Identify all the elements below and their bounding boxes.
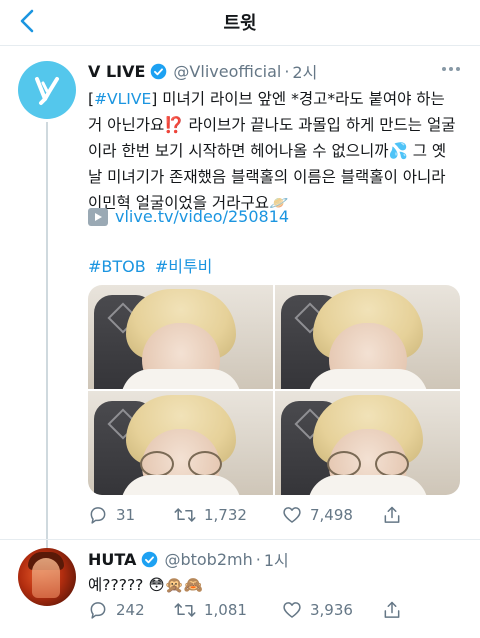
reply-author-name[interactable]: HUTA <box>88 550 136 569</box>
tweet-text-line: 날 미녀기가 존재했음 블랙홀의 이름은 블랙홀이 아니라 <box>88 168 446 186</box>
more-options-button[interactable] <box>440 61 462 77</box>
video-link-text[interactable]: vlive.tv/video/250814 <box>115 207 289 226</box>
reply-author-handle[interactable]: @btob2mh <box>164 550 252 569</box>
reply-time[interactable]: 1시 <box>264 547 289 571</box>
tweet-time[interactable]: 2시 <box>292 59 317 83</box>
reply-text-line: 예????? 😳🙊🙈 <box>88 576 204 594</box>
hashtag-bitubi[interactable]: #비투비 <box>155 257 213 276</box>
photo-2[interactable] <box>275 285 460 389</box>
vlive-logo-icon <box>35 77 59 105</box>
reply-button[interactable]: 31 <box>88 505 174 525</box>
reply-text: 예????? 😳🙊🙈 <box>88 572 466 598</box>
separator-dot: · <box>284 61 290 81</box>
share-button[interactable] <box>382 600 410 620</box>
verified-badge-icon <box>151 63 167 79</box>
separator-dot: · <box>255 549 261 569</box>
share-icon <box>384 601 400 618</box>
reply-icon <box>90 602 106 619</box>
retweet-count: 1,732 <box>204 506 247 524</box>
like-button[interactable]: 3,936 <box>282 600 382 620</box>
photo-4[interactable] <box>275 391 460 495</box>
verified-badge-icon <box>142 551 158 567</box>
hashtag-link[interactable]: #VLIVE <box>94 90 151 108</box>
tweet-text-line: 이라 한번 보기 시작하면 헤어나올 수 없으니까💦 그 옛 <box>88 142 447 160</box>
hashtag-btob[interactable]: #BTOB <box>88 257 146 276</box>
like-count: 7,498 <box>310 506 353 524</box>
tweet-actions: 31 1,732 7,498 <box>88 501 460 529</box>
share-icon <box>384 506 400 523</box>
tweet-header: V LIVE @Vliveofficial · 2시 <box>88 59 317 83</box>
thread-line <box>46 122 48 584</box>
photo-grid <box>88 285 460 495</box>
top-bar: 트윗 <box>0 0 480 46</box>
author-name[interactable]: V LIVE <box>88 62 145 81</box>
more-horizontal-icon <box>442 67 460 71</box>
page-title: 트윗 <box>223 13 257 34</box>
heart-icon <box>283 602 301 618</box>
tweet-text-line: 거 아닌가요⁉️ 라이브가 끝나도 과몰입 하게 만드는 얼굴 <box>88 116 456 134</box>
retweet-button[interactable]: 1,732 <box>174 505 282 525</box>
like-button[interactable]: 7,498 <box>282 505 382 525</box>
author-handle[interactable]: @Vliveofficial <box>173 62 281 81</box>
reply-header: HUTA @btob2mh · 1시 <box>88 547 289 571</box>
retweet-count: 1,081 <box>204 601 247 619</box>
reply-button[interactable]: 242 <box>88 600 174 620</box>
avatar-vlive[interactable] <box>18 61 76 119</box>
reply-icon <box>90 507 106 524</box>
tweet-divider <box>0 539 480 540</box>
retweet-icon <box>174 508 196 522</box>
share-button[interactable] <box>382 505 410 525</box>
retweet-button[interactable]: 1,081 <box>174 600 282 620</box>
reply-count: 31 <box>116 506 136 524</box>
like-count: 3,936 <box>310 601 353 619</box>
retweet-icon <box>174 603 196 617</box>
photo-3[interactable] <box>88 391 273 495</box>
heart-icon <box>283 507 301 523</box>
hashtags: #BTOB #비투비 <box>88 253 216 277</box>
video-link[interactable]: vlive.tv/video/250814 <box>88 207 289 226</box>
avatar-huta[interactable] <box>18 548 76 606</box>
reply-count: 242 <box>116 601 145 619</box>
reply-actions: 242 1,081 3,936 <box>88 596 460 624</box>
tweet-text-line: [#VLIVE] 미녀기 라이브 앞엔 *경고*라도 붙여야 하는 <box>88 90 445 108</box>
play-icon <box>88 207 108 226</box>
tweet-text: [#VLIVE] 미녀기 라이브 앞엔 *경고*라도 붙여야 하는 거 아닌가요… <box>88 86 466 216</box>
photo-1[interactable] <box>88 285 273 389</box>
